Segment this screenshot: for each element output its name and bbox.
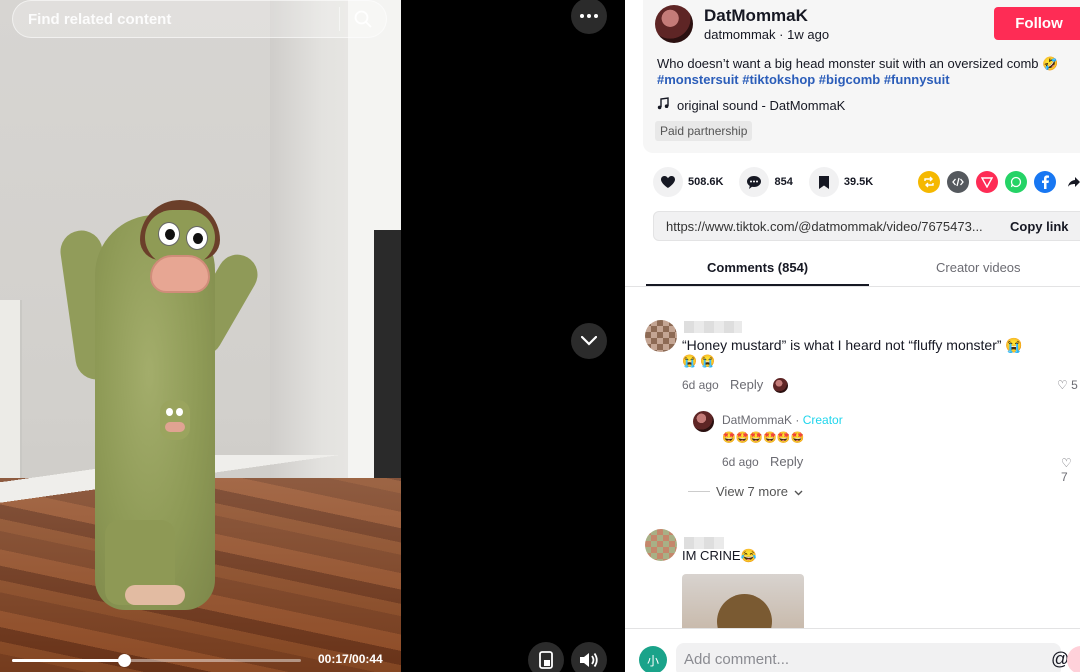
author-subline: datmommak · 1w ago — [704, 27, 829, 42]
reply-button[interactable]: Reply — [730, 377, 763, 392]
post-description: Who doesn’t want a big head monster suit… — [657, 56, 1077, 88]
send-icon[interactable] — [976, 171, 998, 193]
related-search-placeholder[interactable]: Find related content — [13, 11, 339, 28]
save-count: 39.5K — [843, 176, 874, 188]
sound-name[interactable]: original sound - DatMommaK — [677, 98, 845, 113]
author-avatar[interactable] — [655, 5, 693, 43]
comment-icon[interactable] — [739, 167, 770, 197]
commenter-avatar[interactable] — [645, 529, 677, 561]
more-options-icon[interactable] — [571, 0, 607, 34]
whatsapp-icon[interactable] — [1005, 171, 1027, 193]
creator-reply-text: 🤩🤩🤩🤩🤩🤩 — [722, 432, 805, 444]
video-progress-bar[interactable] — [12, 654, 301, 667]
volume-icon[interactable] — [571, 642, 607, 672]
paid-partnership-badge: Paid partnership — [655, 121, 753, 141]
video-side-strip — [401, 0, 625, 672]
active-tab-indicator — [646, 284, 869, 286]
embed-icon[interactable] — [947, 171, 969, 193]
heart-outline-icon[interactable]: ♡ — [1057, 378, 1068, 392]
creator-liked-avatar — [773, 378, 788, 393]
description-text: Who doesn’t want a big head monster suit… — [657, 56, 1059, 71]
music-note-icon — [657, 97, 669, 113]
comment-text: IM CRINE😂 — [682, 548, 757, 563]
view-more-label[interactable]: View 7 more — [716, 484, 788, 499]
commenter-name-blurred — [684, 321, 742, 333]
commenter-avatar[interactable] — [645, 320, 677, 352]
comment-text-line2: 😭 😭 — [682, 354, 716, 368]
creator-reply-avatar[interactable] — [693, 411, 714, 432]
comment-count: 854 — [774, 176, 793, 188]
details-panel: DatMommaK datmommak · 1w ago Follow Who … — [625, 0, 1080, 672]
comment-text: “Honey mustard” is what I heard not “flu… — [682, 337, 1023, 353]
creator-reply-header: DatMommaK · Creator — [722, 413, 843, 427]
creator-reply-button[interactable]: Reply — [770, 454, 803, 469]
comment-like[interactable]: ♡ 5 — [1057, 378, 1078, 392]
chevron-down-icon — [794, 484, 803, 499]
panel-tabs: Comments (854) Creator videos — [625, 253, 1080, 287]
follow-button[interactable]: Follow — [994, 7, 1080, 40]
hashtags[interactable]: #monstersuit #tiktokshop #bigcomb #funny… — [657, 72, 950, 87]
suit-eye-right — [186, 226, 208, 250]
tiktok-video-page: Find related content 00:17/00:44 DatMomm… — [0, 0, 1080, 672]
view-more-line — [688, 491, 710, 492]
current-user-avatar[interactable]: 小 — [639, 646, 667, 672]
share-link-url[interactable]: https://www.tiktok.com/@datmommak/video/… — [666, 219, 983, 234]
author-dot: · — [779, 27, 784, 42]
chevron-down-icon[interactable] — [571, 323, 607, 359]
video-progress-knob[interactable] — [117, 654, 131, 667]
video-progress-fill — [12, 659, 124, 662]
view-more-replies[interactable]: View 7 more — [688, 484, 803, 499]
creator-reply-age: 6d ago — [722, 455, 759, 469]
heart-outline-icon[interactable]: ♡ — [1061, 456, 1072, 470]
save-action[interactable]: 39.5K — [808, 167, 874, 197]
tab-comments[interactable]: Comments (854) — [707, 260, 808, 275]
tab-creator-videos[interactable]: Creator videos — [936, 260, 1021, 275]
bookmark-icon[interactable] — [808, 167, 839, 197]
add-comment-placeholder[interactable]: Add comment... — [684, 651, 789, 668]
related-search-bar[interactable]: Find related content — [12, 0, 387, 38]
comment-like-count: 5 — [1071, 378, 1078, 392]
creator-reply-sep: · — [795, 413, 800, 427]
facebook-icon[interactable] — [1034, 171, 1056, 193]
video-player[interactable]: Find related content 00:17/00:44 — [0, 0, 401, 672]
comment-age: 6d ago — [682, 378, 719, 392]
share-arrow-icon[interactable] — [1063, 171, 1080, 193]
video-time: 00:17/00:44 — [318, 652, 383, 666]
creator-badge: Creator — [802, 413, 843, 427]
copy-link-button[interactable]: Copy link — [1010, 219, 1069, 234]
heart-icon[interactable] — [653, 167, 683, 197]
action-bar: 508.6K 854 39.5K — [653, 167, 889, 197]
suit-eye-left — [158, 222, 180, 246]
comment-composer: 小 Add comment... @ ☺ — [625, 628, 1080, 672]
share-link-box: https://www.tiktok.com/@datmommak/video/… — [653, 211, 1080, 241]
like-action[interactable]: 508.6K — [653, 167, 723, 197]
sound-row[interactable]: original sound - DatMommaK — [657, 97, 845, 113]
repost-icon[interactable] — [918, 171, 940, 193]
author-name[interactable]: DatMommaK — [704, 6, 808, 26]
post-info-card: DatMommaK datmommak · 1w ago Follow Who … — [643, 0, 1080, 153]
comment-image[interactable] — [682, 574, 804, 634]
like-count: 508.6K — [688, 176, 724, 188]
suit-feet — [125, 585, 185, 605]
posted-ago: 1w ago — [787, 27, 830, 42]
suit-lips — [150, 255, 210, 293]
share-icons — [918, 171, 1080, 193]
add-comment-input[interactable]: Add comment... @ ☺ — [676, 643, 1080, 672]
floating-player-icon[interactable] — [528, 642, 564, 672]
author-handle[interactable]: datmommak — [704, 27, 776, 42]
creator-reply-like-count: 7 — [1061, 470, 1068, 484]
creator-reply-name[interactable]: DatMommaK — [722, 413, 792, 427]
comment-action[interactable]: 854 — [739, 167, 793, 197]
search-icon[interactable] — [340, 0, 386, 38]
suit-pocket-face — [160, 400, 190, 440]
creator-reply-like[interactable]: ♡ 7 — [1061, 456, 1080, 484]
